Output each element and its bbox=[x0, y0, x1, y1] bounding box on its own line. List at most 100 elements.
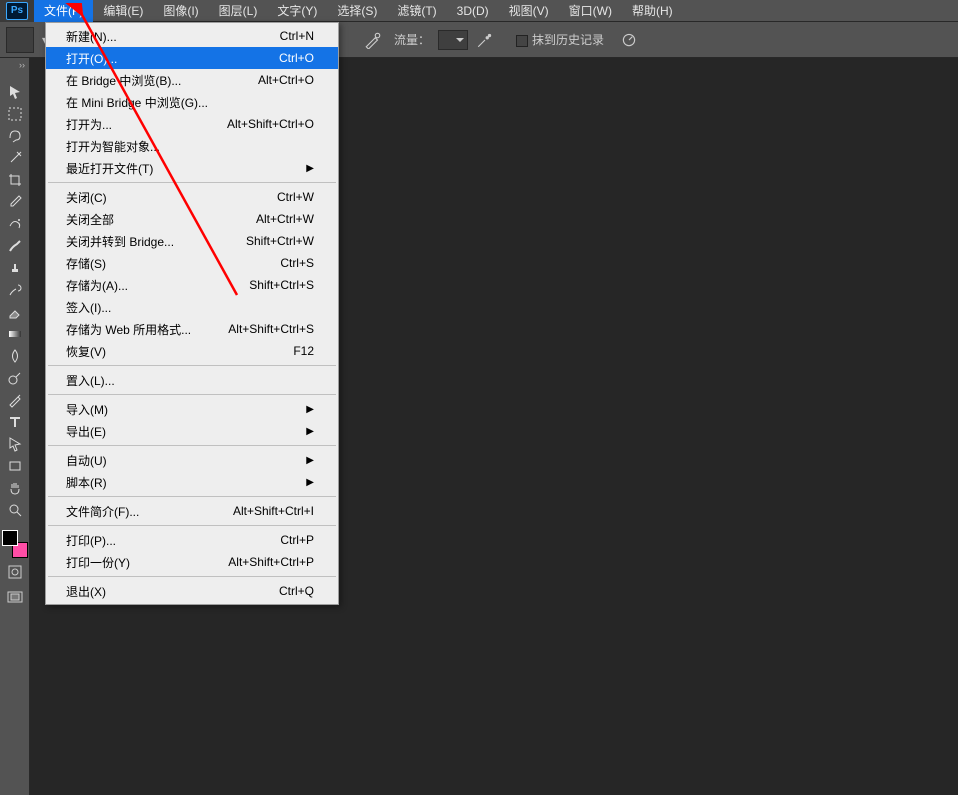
menu-6[interactable]: 滤镜(T) bbox=[387, 0, 446, 22]
flow-label: 流量： bbox=[394, 31, 430, 48]
menu-item-label: 退出(X) bbox=[66, 583, 106, 600]
tool-move[interactable] bbox=[3, 81, 27, 103]
menu-item[interactable]: 打开为智能对象... bbox=[46, 135, 338, 157]
tool-stamp[interactable] bbox=[3, 257, 27, 279]
menu-item-shortcut: Ctrl+Q bbox=[279, 584, 314, 598]
tool-blur[interactable] bbox=[3, 345, 27, 367]
menu-item-label: 置入(L)... bbox=[66, 372, 115, 389]
menu-3[interactable]: 图层(L) bbox=[209, 0, 268, 22]
flow-dropdown[interactable] bbox=[438, 30, 468, 50]
menu-item[interactable]: 关闭(C) Ctrl+W bbox=[46, 186, 338, 208]
tool-history-brush[interactable] bbox=[3, 279, 27, 301]
menu-2[interactable]: 图像(I) bbox=[153, 0, 208, 22]
menu-item-shortcut: Ctrl+W bbox=[277, 190, 314, 204]
history-checkbox[interactable] bbox=[516, 35, 528, 47]
menu-8[interactable]: 视图(V) bbox=[499, 0, 559, 22]
menu-item[interactable]: 打开(O)...Ctrl+O bbox=[46, 47, 338, 69]
menu-item[interactable]: 打开为...Alt+Shift+Ctrl+O bbox=[46, 113, 338, 135]
submenu-arrow-icon: ▶ bbox=[306, 404, 314, 415]
menu-item[interactable]: 导入(M) ▶ bbox=[46, 398, 338, 420]
menu-item[interactable]: 自动(U) ▶ bbox=[46, 449, 338, 471]
submenu-arrow-icon: ▶ bbox=[306, 455, 314, 466]
menu-item-shortcut: Alt+Ctrl+W bbox=[256, 212, 314, 226]
menu-item[interactable]: 存储为(A)... Shift+Ctrl+S bbox=[46, 274, 338, 296]
menu-item[interactable]: 文件简介(F)...Alt+Shift+Ctrl+I bbox=[46, 500, 338, 522]
menu-item[interactable]: 置入(L)... bbox=[46, 369, 338, 391]
menu-item-shortcut: Alt+Shift+Ctrl+O bbox=[227, 117, 314, 131]
tool-lasso[interactable] bbox=[3, 125, 27, 147]
menu-item-shortcut: Shift+Ctrl+S bbox=[249, 278, 314, 292]
menu-item-shortcut: Alt+Shift+Ctrl+S bbox=[228, 322, 314, 336]
tool-eraser[interactable] bbox=[3, 301, 27, 323]
collapse-arrow-icon[interactable]: ›› bbox=[0, 60, 29, 70]
menu-item-shortcut: Ctrl+O bbox=[279, 51, 314, 65]
menu-item[interactable]: 关闭全部Alt+Ctrl+W bbox=[46, 208, 338, 230]
tool-eyedropper[interactable] bbox=[3, 191, 27, 213]
menu-item-label: 存储(S) bbox=[66, 255, 106, 272]
menu-1[interactable]: 编辑(E) bbox=[93, 0, 153, 22]
menu-item-label: 关闭并转到 Bridge... bbox=[66, 233, 174, 250]
tool-pen[interactable] bbox=[3, 389, 27, 411]
menu-7[interactable]: 3D(D) bbox=[447, 0, 499, 22]
menu-separator bbox=[48, 525, 336, 526]
menu-item[interactable]: 存储为 Web 所用格式... Alt+Shift+Ctrl+S bbox=[46, 318, 338, 340]
tool-dodge[interactable] bbox=[3, 367, 27, 389]
menu-0[interactable]: 文件(F) bbox=[34, 0, 93, 22]
menu-item[interactable]: 存储(S)Ctrl+S bbox=[46, 252, 338, 274]
screenmode-icon[interactable] bbox=[3, 586, 27, 608]
color-swatches[interactable] bbox=[2, 530, 28, 558]
menu-item[interactable]: 退出(X) Ctrl+Q bbox=[46, 580, 338, 602]
menu-item-label: 导入(M) bbox=[66, 401, 108, 418]
history-checkbox-wrap[interactable]: 抹到历史记录 bbox=[516, 31, 604, 48]
menu-separator bbox=[48, 182, 336, 183]
menu-item[interactable]: 导出(E)▶ bbox=[46, 420, 338, 442]
history-label: 抹到历史记录 bbox=[532, 33, 604, 47]
tools-panel: ›› bbox=[0, 58, 30, 795]
menu-item-label: 存储为 Web 所用格式... bbox=[66, 321, 191, 338]
tool-rectangle[interactable] bbox=[3, 455, 27, 477]
menu-item-label: 打开为智能对象... bbox=[66, 138, 160, 155]
menu-item[interactable]: 在 Mini Bridge 中浏览(G)... bbox=[46, 91, 338, 113]
tool-magic-wand[interactable] bbox=[3, 147, 27, 169]
file-menu-dropdown: 新建(N)...Ctrl+N打开(O)...Ctrl+O在 Bridge 中浏览… bbox=[45, 22, 339, 605]
airbrush-icon[interactable] bbox=[364, 31, 382, 49]
menu-item[interactable]: 脚本(R)▶ bbox=[46, 471, 338, 493]
menu-item-label: 自动(U) bbox=[66, 452, 107, 469]
current-tool-preview[interactable] bbox=[6, 27, 34, 53]
menu-item[interactable]: 恢复(V)F12 bbox=[46, 340, 338, 362]
foreground-color-swatch[interactable] bbox=[2, 530, 18, 546]
menu-item[interactable]: 在 Bridge 中浏览(B)...Alt+Ctrl+O bbox=[46, 69, 338, 91]
tool-zoom[interactable] bbox=[3, 499, 27, 521]
tool-brush[interactable] bbox=[3, 235, 27, 257]
menu-item-label: 签入(I)... bbox=[66, 299, 111, 316]
menu-10[interactable]: 帮助(H) bbox=[622, 0, 683, 22]
menu-item-label: 关闭(C) bbox=[66, 189, 107, 206]
menu-item[interactable]: 签入(I)... bbox=[46, 296, 338, 318]
menu-item[interactable]: 最近打开文件(T)▶ bbox=[46, 157, 338, 179]
menu-5[interactable]: 选择(S) bbox=[327, 0, 387, 22]
tool-crop[interactable] bbox=[3, 169, 27, 191]
tool-healing[interactable] bbox=[3, 213, 27, 235]
menu-item[interactable]: 新建(N)...Ctrl+N bbox=[46, 25, 338, 47]
menu-item-label: 存储为(A)... bbox=[66, 277, 128, 294]
menu-item-label: 在 Bridge 中浏览(B)... bbox=[66, 72, 181, 89]
menu-item[interactable]: 打印一份(Y)Alt+Shift+Ctrl+P bbox=[46, 551, 338, 573]
menu-4[interactable]: 文字(Y) bbox=[267, 0, 327, 22]
tool-marquee[interactable] bbox=[3, 103, 27, 125]
tool-type[interactable] bbox=[3, 411, 27, 433]
menu-separator bbox=[48, 496, 336, 497]
tool-gradient[interactable] bbox=[3, 323, 27, 345]
menu-item[interactable]: 关闭并转到 Bridge...Shift+Ctrl+W bbox=[46, 230, 338, 252]
tool-path-select[interactable] bbox=[3, 433, 27, 455]
spray-icon[interactable] bbox=[476, 31, 494, 49]
menu-item-label: 导出(E) bbox=[66, 423, 106, 440]
tool-hand[interactable] bbox=[3, 477, 27, 499]
pressure-icon[interactable] bbox=[620, 31, 638, 49]
menu-separator bbox=[48, 365, 336, 366]
submenu-arrow-icon: ▶ bbox=[306, 163, 314, 174]
menu-separator bbox=[48, 394, 336, 395]
ps-badge: Ps bbox=[6, 2, 28, 20]
quickmask-icon[interactable] bbox=[3, 561, 27, 583]
menu-9[interactable]: 窗口(W) bbox=[559, 0, 622, 22]
menu-item[interactable]: 打印(P)...Ctrl+P bbox=[46, 529, 338, 551]
